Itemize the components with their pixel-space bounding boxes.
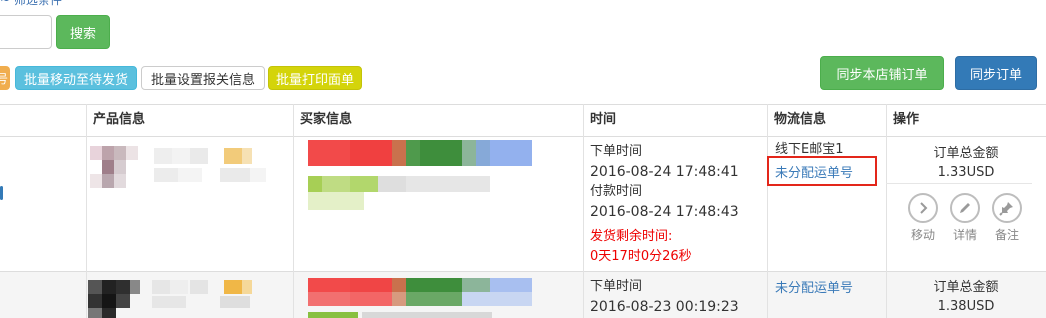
- table-row-border: [0, 271, 1046, 272]
- order-total-value: 1.33USD: [937, 165, 995, 180]
- sync-orders-button[interactable]: 同步订单: [955, 56, 1037, 90]
- filter-link[interactable]: ~ 筛选条件: [0, 0, 62, 8]
- logistics-unassigned-link[interactable]: 未分配运单号: [775, 277, 853, 296]
- batch-customs-button[interactable]: 批量设置报关信息: [141, 66, 265, 90]
- header-buyer: 买家信息: [300, 112, 353, 127]
- batch-print-button[interactable]: 批量打印面单: [268, 66, 362, 90]
- header-actions: 操作: [893, 112, 920, 127]
- table-header-border: [0, 136, 1046, 137]
- search-input[interactable]: [0, 15, 52, 49]
- order-time-label: 下单时间: [590, 144, 643, 159]
- move-button[interactable]: [908, 193, 938, 223]
- pay-time-value: 2016-08-24 17:48:43: [590, 204, 739, 220]
- detail-button[interactable]: [950, 193, 980, 223]
- remaining-time-value: 0天17时0分26秒: [590, 249, 692, 264]
- remaining-time-label: 发货剩余时间:: [590, 229, 673, 244]
- row-select-mark[interactable]: [0, 186, 3, 200]
- header-product: 产品信息: [93, 112, 146, 127]
- chevron-right-icon: [920, 202, 928, 214]
- pencil-icon: [960, 203, 970, 213]
- batch-move-button[interactable]: 批量移动至待发货: [15, 66, 137, 90]
- buyer-info-blurred: [306, 140, 536, 210]
- search-button[interactable]: 搜索: [56, 15, 110, 49]
- table-top-border: [0, 104, 1046, 105]
- product-info-blurred: [80, 278, 270, 318]
- highlight-box: [767, 156, 877, 186]
- pin-icon: [999, 202, 1013, 216]
- col-divider: [583, 104, 584, 318]
- detail-label: 详情: [952, 228, 977, 242]
- col-divider: [767, 104, 768, 318]
- note-label: 备注: [994, 228, 1019, 242]
- header-time: 时间: [590, 112, 617, 127]
- move-label: 移动: [910, 228, 935, 242]
- buyer-info-blurred: [306, 278, 536, 318]
- actions-divider: [886, 183, 1032, 184]
- order-time-label: 下单时间: [590, 279, 643, 294]
- order-time-value: 2016-08-24 17:48:41: [590, 164, 739, 180]
- order-time-value: 2016-08-23 00:19:23: [590, 299, 739, 315]
- col-divider: [293, 104, 294, 318]
- header-logistics: 物流信息: [774, 112, 827, 127]
- batch-partial-button[interactable]: 号: [0, 66, 10, 90]
- pay-time-label: 付款时间: [590, 184, 643, 199]
- order-total-value: 1.38USD: [937, 299, 995, 314]
- product-info-blurred: [80, 144, 270, 204]
- sync-store-orders-button[interactable]: 同步本店铺订单: [820, 56, 944, 90]
- note-button[interactable]: [992, 193, 1022, 223]
